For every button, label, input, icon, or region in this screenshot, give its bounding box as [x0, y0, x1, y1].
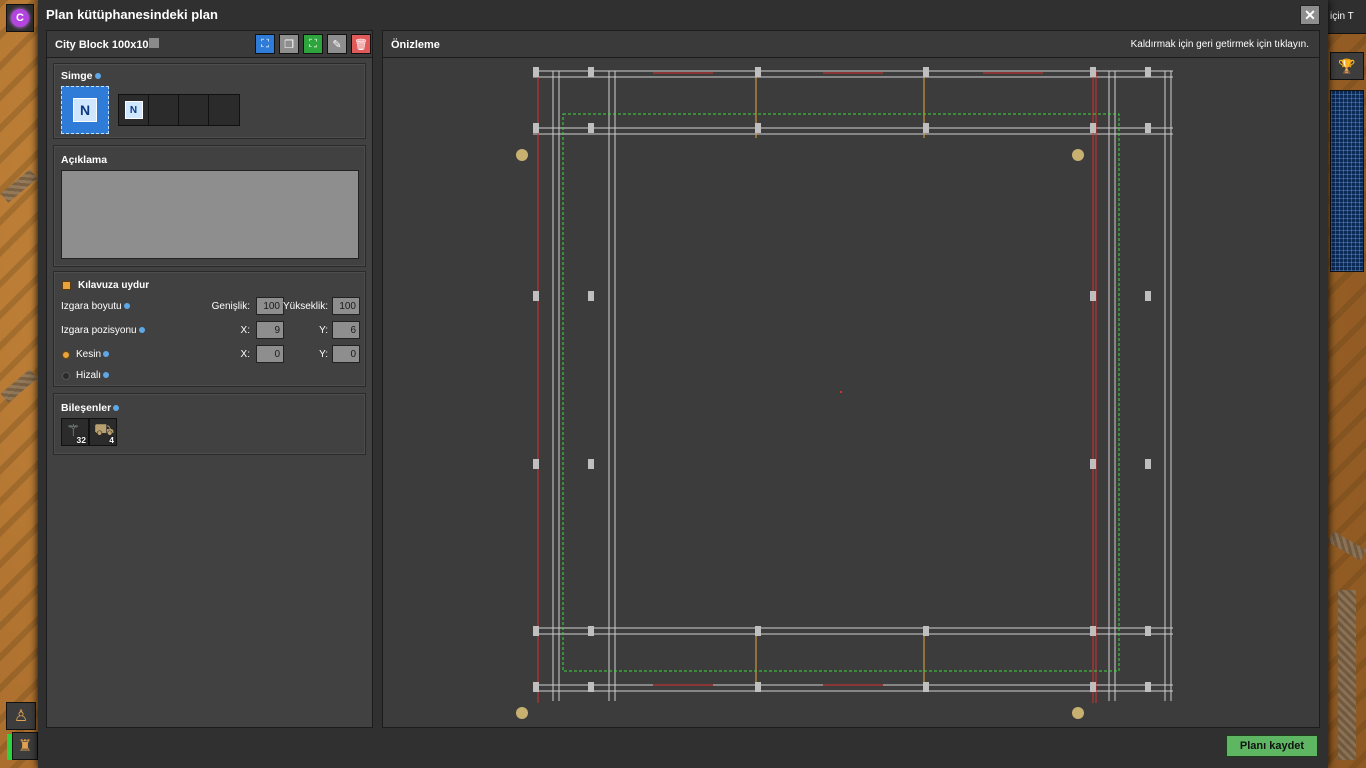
pos-x-input[interactable]: 9	[256, 321, 284, 339]
bottom-bar: Planı kaydet	[38, 728, 1328, 768]
pipette-button[interactable]: ✎	[327, 34, 347, 54]
icons-title: Simge	[61, 70, 101, 82]
icon-slot[interactable]	[149, 95, 179, 125]
close-button[interactable]: ✕	[1300, 5, 1320, 25]
engineer-icon: ♙	[13, 708, 29, 725]
right-side-panel: için T 🏆	[1328, 0, 1366, 768]
minimap[interactable]	[1330, 90, 1364, 272]
component-power-pole[interactable]: ⚚ 32	[61, 418, 89, 446]
absolute-radio[interactable]	[62, 351, 70, 359]
pos-y-label: Y:	[319, 325, 328, 336]
copy-icon: ❐	[284, 38, 294, 51]
research-hint[interactable]: için T	[1328, 0, 1366, 34]
snap-to-grid-checkbox[interactable]	[62, 281, 71, 290]
abs-x-input[interactable]: 0	[256, 345, 284, 363]
height-label: Yükseklik:	[282, 301, 328, 312]
description-title: Açıklama	[61, 154, 108, 166]
info-icon	[94, 73, 101, 80]
grid-position-label: Izgara pozisyonu	[61, 325, 145, 336]
absolute-label: Kesin	[76, 349, 110, 360]
red-wires	[537, 71, 1097, 703]
icon-slots: N	[118, 94, 240, 126]
left-toolbar: C ♙ ♜	[0, 0, 38, 768]
mod-button[interactable]: C	[6, 4, 34, 32]
close-icon: ✕	[1304, 6, 1316, 23]
info-icon	[123, 303, 130, 310]
relative-radio[interactable]	[62, 372, 70, 380]
titlebar[interactable]: Plan kütüphanesindeki plan ✕	[38, 0, 1328, 30]
icons-section: Simge N N	[53, 63, 366, 139]
grid-position-label-text: Izgara pozisyonu	[61, 325, 137, 336]
components-section: Bileşenler ⚚ 32 ⛟ 4	[53, 393, 366, 455]
relative-label-text: Hizalı	[76, 370, 102, 381]
info-icon	[113, 405, 120, 412]
snap-to-grid-label: Kılavuza uydur	[78, 280, 150, 291]
abs-x-label: X:	[240, 349, 250, 360]
armor-icon: ♜	[17, 738, 33, 755]
abs-y-label: Y:	[319, 349, 328, 360]
trophy-icon: 🏆	[1338, 57, 1356, 74]
armor-slot[interactable]: ♜	[12, 732, 38, 760]
power-poles	[533, 67, 1151, 692]
absolute-label-text: Kesin	[76, 349, 102, 360]
select-green-icon: ⛶	[309, 37, 317, 50]
save-blueprint-button[interactable]: Planı kaydet	[1226, 735, 1318, 757]
main-blueprint-icon[interactable]: N	[61, 86, 109, 134]
info-icon	[103, 351, 110, 358]
info-icon	[138, 327, 145, 334]
rail-lines	[533, 70, 1173, 701]
relative-label: Hizalı	[76, 370, 110, 381]
grid-settings-section: Kılavuza uydur Izgara boyutu Genişlik: 1…	[53, 271, 366, 387]
achievements-button[interactable]: 🏆	[1330, 52, 1364, 80]
grid-size-label-text: Izgara boyutu	[61, 301, 122, 312]
blueprint-settings-panel: City Block 100x100 ⛶ ❐ ⛶ ✎ 🗑 Simge N N A…	[46, 30, 373, 728]
preview-hint: Kaldırmak için geri getirmek için tıklay…	[1130, 39, 1309, 50]
mod-icon: C	[11, 9, 29, 27]
delete-button[interactable]: 🗑	[351, 34, 371, 54]
pos-y-input[interactable]: 6	[332, 321, 360, 339]
blueprint-preview-drawing	[516, 67, 1173, 719]
center-marker	[840, 391, 842, 393]
delete-icon: 🗑	[354, 38, 368, 51]
components-title-text: Bileşenler	[61, 402, 112, 414]
signal-n-icon: N	[124, 101, 143, 119]
select-icon: ⛶	[261, 37, 269, 50]
abs-y-input[interactable]: 0	[332, 345, 360, 363]
copy-button[interactable]: ❐	[279, 34, 299, 54]
height-input[interactable]: 100	[332, 297, 360, 315]
preview-title: Önizleme	[391, 39, 440, 51]
rename-icon[interactable]	[149, 38, 159, 48]
icon-slot[interactable]	[209, 95, 239, 125]
info-icon	[103, 372, 110, 379]
grid-size-label: Izgara boyutu	[61, 301, 130, 312]
blueprint-window: Plan kütüphanesindeki plan ✕ City Block …	[38, 0, 1328, 768]
icons-title-text: Simge	[61, 70, 93, 82]
component-count: 4	[109, 435, 114, 445]
width-label: Genişlik:	[211, 301, 250, 312]
window-title: Plan kütüphanesindeki plan	[46, 7, 218, 22]
components-title: Bileşenler	[61, 402, 120, 414]
blueprint-header: City Block 100x100 ⛶ ❐ ⛶ ✎ 🗑	[47, 31, 372, 58]
description-section: Açıklama	[53, 145, 366, 267]
pipette-icon: ✎	[332, 38, 342, 51]
select-button[interactable]: ⛶	[255, 34, 275, 54]
icon-slot[interactable]: N	[119, 95, 149, 125]
preview-panel: Önizleme Kaldırmak için geri getirmek iç…	[382, 30, 1320, 728]
blueprint-name: City Block 100x100	[55, 39, 155, 51]
component-count: 32	[76, 435, 86, 445]
signal-n-icon: N	[73, 98, 97, 122]
preview-header: Önizleme Kaldırmak için geri getirmek iç…	[383, 31, 1319, 58]
blueprint-preview-canvas[interactable]	[383, 58, 1319, 727]
character-slot[interactable]: ♙	[6, 702, 36, 730]
pos-x-label: X:	[240, 325, 250, 336]
description-input[interactable]	[61, 170, 359, 259]
width-input[interactable]: 100	[256, 297, 284, 315]
component-rail-signal[interactable]: ⛟ 4	[89, 418, 117, 446]
select-area-button[interactable]: ⛶	[303, 34, 323, 54]
icon-slot[interactable]	[179, 95, 209, 125]
copper-wires	[755, 71, 925, 691]
research-hint-text: için T	[1330, 11, 1354, 22]
